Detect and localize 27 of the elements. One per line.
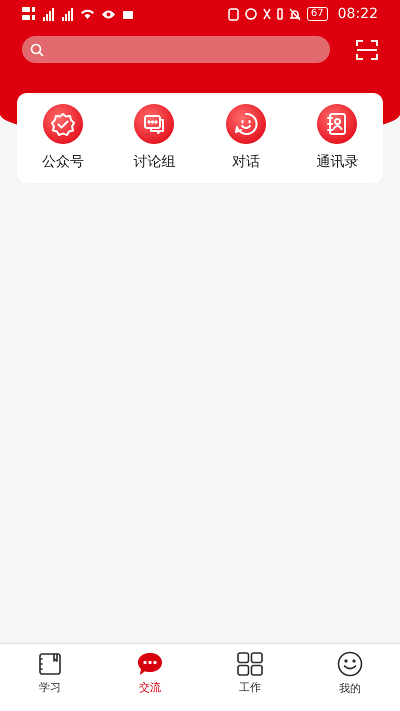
mute-bell-icon <box>288 8 301 20</box>
shortcut-button[interactable]: 讨论组 <box>108 104 200 172</box>
smiley-bubble-icon <box>226 104 266 144</box>
tab-bar-item[interactable]: 学习 <box>0 644 100 711</box>
tab-bar-item[interactable]: 我的 <box>300 644 400 711</box>
shortcut-button[interactable]: 对话 <box>200 104 292 172</box>
hd-sim-icon <box>22 7 35 21</box>
tab-bar-item[interactable]: 交流 <box>100 644 200 711</box>
battery-indicator: 67 <box>306 7 328 21</box>
search-field[interactable] <box>22 36 330 63</box>
eye-icon <box>102 10 115 18</box>
chat-bubbles-icon <box>134 104 174 144</box>
badge-check-icon <box>42 104 83 144</box>
signal-icon <box>62 8 73 20</box>
status-time: 08:22 <box>338 4 378 24</box>
smiley-icon <box>337 651 363 678</box>
address-book-icon <box>317 104 358 144</box>
scan-icon[interactable] <box>356 40 378 60</box>
signal-icon <box>43 8 54 20</box>
grid-icon <box>237 652 263 676</box>
book-icon <box>38 652 62 676</box>
wifi-icon <box>81 9 94 19</box>
shortcut-button[interactable]: 通讯录 <box>292 104 383 172</box>
tab-bar-item[interactable]: 工作 <box>200 644 300 711</box>
shortcut-button[interactable]: 公众号 <box>17 104 108 172</box>
search-icon <box>30 42 44 56</box>
chat-bubble-icon <box>137 652 163 676</box>
